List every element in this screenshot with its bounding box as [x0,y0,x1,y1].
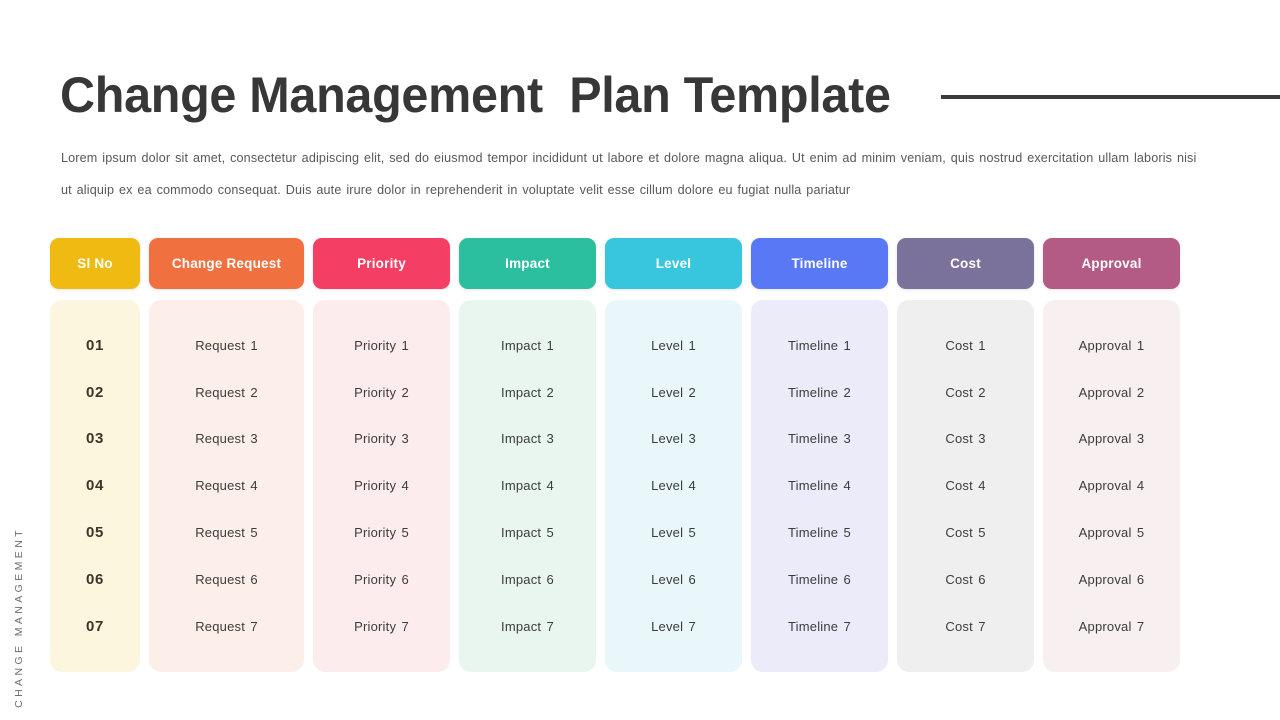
table-cell[interactable]: Impact 2 [459,369,596,416]
table-column-level: Level Level 1 Level 2 Level 3 Level 4 Level 5… [605,238,742,672]
table-cell[interactable]: Approval 5 [1043,509,1180,556]
column-body-impact: Impact 1 Impact 2 Impact 3 Impact 4 Impact 5… [459,300,596,672]
column-header-sl-no[interactable]: Sl No [50,238,140,289]
table-cell[interactable]: Approval 4 [1043,462,1180,509]
table-cell[interactable]: Request 6 [149,556,304,603]
column-header-approval[interactable]: Approval [1043,238,1180,289]
side-label-text: CHANGE MANAGEMENT [13,527,25,708]
title-row: Change Management Plan Template [60,58,1280,132]
side-label: CHANGE MANAGEMENT [8,468,30,708]
table-cell[interactable]: Impact 7 [459,603,596,650]
table-cell[interactable]: Approval 7 [1043,603,1180,650]
column-header-change-request[interactable]: Change Request [149,238,304,289]
table-cell[interactable]: Cost 5 [897,509,1034,556]
table-cell[interactable]: Request 4 [149,462,304,509]
table-column-priority: Priority Priority 1 Priority 2 Priority 3 Pr… [313,238,450,672]
table-cell[interactable]: Level 2 [605,369,742,416]
table-cell[interactable]: 04 [50,462,140,509]
table-cell[interactable]: Cost 6 [897,556,1034,603]
table-cell[interactable]: Timeline 5 [751,509,888,556]
column-body-priority: Priority 1 Priority 2 Priority 3 Priority 4… [313,300,450,672]
page-title: Change Management Plan Template [60,67,891,123]
table-column-approval: Approval Approval 1 Approval 2 Approval 3 Ap… [1043,238,1180,672]
table-cell[interactable]: Cost 3 [897,416,1034,463]
table-cell[interactable]: Request 3 [149,416,304,463]
table-cell[interactable]: 02 [50,369,140,416]
table-cell[interactable]: 01 [50,322,140,369]
column-body-timeline: Timeline 1 Timeline 2 Timeline 3 Timeline 4… [751,300,888,672]
table-cell[interactable]: Cost 2 [897,369,1034,416]
column-header-cost[interactable]: Cost [897,238,1034,289]
column-body-approval: Approval 1 Approval 2 Approval 3 Approval 4… [1043,300,1180,672]
table-cell[interactable]: 05 [50,509,140,556]
table-cell[interactable]: Approval 3 [1043,416,1180,463]
table-cell[interactable]: Impact 6 [459,556,596,603]
table-cell[interactable]: Priority 5 [313,509,450,556]
table-cell[interactable]: Impact 5 [459,509,596,556]
table-column-sl-no: Sl No 01 02 03 04 05 06 07 [50,238,140,672]
column-header-timeline[interactable]: Timeline [751,238,888,289]
column-header-impact[interactable]: Impact [459,238,596,289]
table-cell[interactable]: Timeline 7 [751,603,888,650]
table-cell[interactable]: Approval 1 [1043,322,1180,369]
table-cell[interactable]: Priority 3 [313,416,450,463]
table-cell[interactable]: Request 7 [149,603,304,650]
table-cell[interactable]: Timeline 2 [751,369,888,416]
table-cell[interactable]: Approval 6 [1043,556,1180,603]
table-cell[interactable]: Timeline 4 [751,462,888,509]
column-body-level: Level 1 Level 2 Level 3 Level 4 Level 5 Level… [605,300,742,672]
table-cell[interactable]: Priority 6 [313,556,450,603]
table-column-impact: Impact Impact 1 Impact 2 Impact 3 Impact 4 Im… [459,238,596,672]
table-cell[interactable]: Cost 4 [897,462,1034,509]
change-management-table: Sl No 01 02 03 04 05 06 07 Change Request Request… [50,238,1230,672]
table-cell[interactable]: Request 1 [149,322,304,369]
table-cell[interactable]: Level 1 [605,322,742,369]
table-cell[interactable]: Timeline 6 [751,556,888,603]
column-body-cost: Cost 1 Cost 2 Cost 3 Cost 4 Cost 5 Cost 6 Cost… [897,300,1034,672]
column-body-change-request: Request 1 Request 2 Request 3 Request 4 Requ… [149,300,304,672]
table-cell[interactable]: 03 [50,416,140,463]
column-header-level[interactable]: Level [605,238,742,289]
column-header-priority[interactable]: Priority [313,238,450,289]
table-cell[interactable]: Approval 2 [1043,369,1180,416]
table-cell[interactable]: Level 7 [605,603,742,650]
table-cell[interactable]: Priority 4 [313,462,450,509]
table-cell[interactable]: Timeline 1 [751,322,888,369]
table-column-timeline: Timeline Timeline 1 Timeline 2 Timeline 3 Ti… [751,238,888,672]
table-cell[interactable]: Request 5 [149,509,304,556]
table-column-cost: Cost Cost 1 Cost 2 Cost 3 Cost 4 Cost 5 Cost 6… [897,238,1034,672]
table-cell[interactable]: Timeline 3 [751,416,888,463]
subtitle-text: Lorem ipsum dolor sit amet, consectetur … [61,151,1197,197]
table-cell[interactable]: Cost 1 [897,322,1034,369]
table-cell[interactable]: Priority 2 [313,369,450,416]
table-cell[interactable]: Level 6 [605,556,742,603]
column-body-sl-no: 01 02 03 04 05 06 07 [50,300,140,672]
table-cell[interactable]: Level 5 [605,509,742,556]
table-cell[interactable]: Priority 7 [313,603,450,650]
table-cell[interactable]: Impact 4 [459,462,596,509]
table-cell[interactable]: Level 4 [605,462,742,509]
table-cell[interactable]: Impact 1 [459,322,596,369]
table-cell[interactable]: Request 2 [149,369,304,416]
table-cell[interactable]: Impact 3 [459,416,596,463]
table-cell[interactable]: 07 [50,603,140,650]
table-cell[interactable]: 06 [50,556,140,603]
table-cell[interactable]: Level 3 [605,416,742,463]
table-column-change-request: Change Request Request 1 Request 2 Request … [149,238,304,672]
title-divider [941,95,1280,99]
table-cell[interactable]: Priority 1 [313,322,450,369]
table-cell[interactable]: Cost 7 [897,603,1034,650]
